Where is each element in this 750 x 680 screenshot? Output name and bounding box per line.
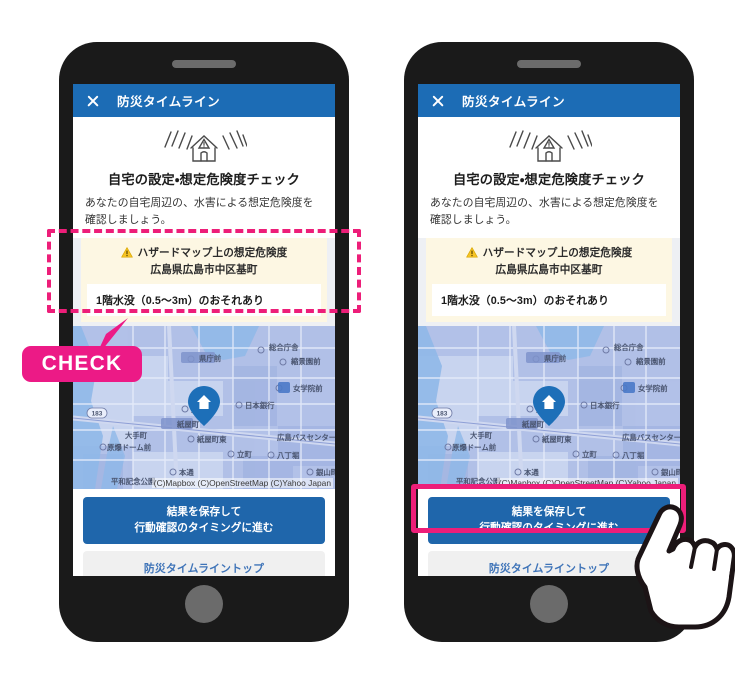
primary-action-line1: 結果を保存して [511, 506, 587, 519]
svg-text:紙屋町東: 紙屋町東 [542, 435, 572, 444]
primary-action-button[interactable]: 結果を保存して 行動確認のタイミングに進む [428, 497, 670, 545]
secondary-action-button[interactable]: 防災タイムライントップ [83, 551, 325, 576]
svg-text:大手町: 大手町 [470, 431, 493, 440]
action-buttons: 結果を保存して 行動確認のタイミングに進む 防災タイムライントップ [418, 489, 680, 576]
svg-text:八丁堀: 八丁堀 [277, 451, 300, 460]
hazard-place: 広島県広島市中区基町 [150, 264, 258, 277]
svg-text:縮景園前: 縮景園前 [290, 357, 321, 366]
hazard-heading-text: ハザードマップ上の想定危険度 [137, 247, 288, 260]
primary-action-line1: 結果を保存して [166, 506, 242, 519]
svg-text:立町: 立町 [582, 450, 597, 459]
hazard-heading-text: ハザードマップ上の想定危険度 [482, 247, 633, 260]
hazard-panel: ハザードマップ上の想定危険度 広島県広島市中区基町 1階水没（0.5〜3m）のお… [81, 238, 327, 323]
svg-text:本通: 本通 [178, 468, 194, 477]
svg-text:女学院前: 女学院前 [638, 384, 668, 393]
svg-text:縮景園前: 縮景園前 [635, 357, 666, 366]
phone-home-button[interactable] [530, 585, 568, 623]
svg-text:県庁前: 県庁前 [544, 354, 567, 363]
svg-text:原爆ドーム前: 原爆ドーム前 [107, 443, 152, 452]
phone-mockup-before: 防災タイムライン 自宅の設定・想定危険度チェック あなたの自宅周辺の、水害による… [59, 42, 349, 642]
svg-text:183: 183 [437, 411, 448, 418]
page-description: あなたの自宅周辺の、水害による想定危険度を確認しましょう。 [430, 197, 659, 226]
map-canvas: 183 総合庁舎 県庁前 縮景園前 女学院前 日本銀行 県庁前 紙屋町 大手町 [73, 326, 335, 490]
hazard-panel-wrap: ハザードマップ上の想定危険度 広島県広島市中区基町 1階水没（0.5〜3m）のお… [418, 238, 680, 327]
house-rain-warning-icon [164, 130, 247, 162]
hazard-place: 広島県広島市中区基町 [495, 264, 603, 277]
phone-speaker-slot [517, 60, 581, 68]
app-header: 防災タイムライン [73, 84, 335, 117]
phone-home-button[interactable] [185, 585, 223, 623]
primary-action-button[interactable]: 結果を保存して 行動確認のタイミングに進む [83, 497, 325, 545]
house-rain-warning-icon [509, 130, 592, 162]
warning-triangle-icon [120, 247, 133, 259]
hazard-heading-row: ハザードマップ上の想定危険度 [87, 245, 321, 260]
phone-screen-right: 防災タイムライン 自宅の設定・想定危険度チェック あなたの自宅周辺の、水害による… [418, 84, 680, 576]
app-title: 防災タイムライン [117, 95, 221, 109]
map-canvas: 183 総合庁舎 県庁前 縮景園前 女学院前 日本銀行 県庁前 紙屋町 大手町 … [418, 326, 680, 490]
svg-text:平和記念公園: 平和記念公園 [111, 477, 155, 486]
page-title: 自宅の設定・想定危険度チェック [107, 172, 301, 187]
map-attribution: (C)Mapbox (C)OpenStreetMap (C)Yahoo Japa… [151, 478, 333, 489]
hazard-map[interactable]: 183 総合庁舎 県庁前 縮景園前 女学院前 日本銀行 県庁前 紙屋町 大手町 … [418, 326, 680, 490]
phone-mockup-after: 防災タイムライン 自宅の設定・想定危険度チェック あなたの自宅周辺の、水害による… [404, 42, 694, 642]
svg-text:総合庁舎: 総合庁舎 [268, 343, 299, 352]
hazard-result: 1階水没（0.5〜3m）のおそれあり [87, 284, 321, 317]
secondary-action-button[interactable]: 防災タイムライントップ [428, 551, 670, 576]
phone-speaker-slot [172, 60, 236, 68]
svg-text:総合庁舎: 総合庁舎 [613, 343, 644, 352]
svg-text:八丁堀: 八丁堀 [622, 451, 645, 460]
map-attribution: (C)Mapbox (C)OpenStreetMap (C)Yahoo Japa… [496, 478, 678, 489]
svg-text:広島バスセンター: 広島バスセンター [622, 433, 680, 442]
svg-text:日本銀行: 日本銀行 [590, 401, 620, 410]
primary-action-line2: 行動確認のタイミングに進む [479, 521, 619, 534]
svg-text:紙屋町東: 紙屋町東 [197, 435, 227, 444]
primary-action-line2: 行動確認のタイミングに進む [134, 521, 274, 534]
svg-text:平和記念公園: 平和記念公園 [456, 477, 500, 486]
svg-text:銀山町: 銀山町 [315, 468, 335, 477]
svg-text:女学院前: 女学院前 [293, 384, 323, 393]
hazard-result: 1階水没（0.5〜3m）のおそれあり [432, 284, 666, 317]
svg-text:広島バスセンター: 広島バスセンター [277, 433, 335, 442]
hazard-heading-row: ハザードマップ上の想定危険度 [432, 245, 666, 260]
svg-text:県庁前: 県庁前 [199, 354, 222, 363]
action-buttons: 結果を保存して 行動確認のタイミングに進む 防災タイムライントップ [73, 489, 335, 576]
hazard-map[interactable]: 183 総合庁舎 県庁前 縮景園前 女学院前 日本銀行 県庁前 紙屋町 大手町 [73, 326, 335, 490]
page-description: あなたの自宅周辺の、水害による想定危険度を確認しましょう。 [85, 197, 314, 226]
close-x-icon[interactable] [431, 94, 445, 108]
hazard-panel-wrap: ハザードマップ上の想定危険度 広島県広島市中区基町 1階水没（0.5〜3m）のお… [73, 238, 335, 327]
page-title: 自宅の設定・想定危険度チェック [452, 172, 646, 187]
svg-text:本通: 本通 [523, 468, 539, 477]
svg-text:紙屋町: 紙屋町 [522, 420, 545, 429]
intro-section: 自宅の設定・想定危険度チェック あなたの自宅周辺の、水害による想定危険度を確認し… [73, 117, 335, 239]
illustration-stage: 防災タイムライン 自宅の設定・想定危険度チェック あなたの自宅周辺の、水害による… [0, 0, 750, 680]
close-x-icon[interactable] [86, 94, 100, 108]
hazard-panel: ハザードマップ上の想定危険度 広島県広島市中区基町 1階水没（0.5〜3m）のお… [426, 238, 672, 323]
svg-text:183: 183 [92, 411, 103, 418]
svg-text:銀山町: 銀山町 [660, 468, 680, 477]
app-header: 防災タイムライン [418, 84, 680, 117]
svg-text:立町: 立町 [237, 450, 252, 459]
intro-section: 自宅の設定・想定危険度チェック あなたの自宅周辺の、水害による想定危険度を確認し… [418, 117, 680, 239]
app-title: 防災タイムライン [462, 95, 566, 109]
warning-triangle-icon [465, 247, 478, 259]
svg-text:原爆ドーム前: 原爆ドーム前 [452, 443, 497, 452]
phone-screen-left: 防災タイムライン 自宅の設定・想定危険度チェック あなたの自宅周辺の、水害による… [73, 84, 335, 576]
svg-text:日本銀行: 日本銀行 [245, 401, 275, 410]
svg-text:大手町: 大手町 [125, 431, 148, 440]
svg-text:紙屋町: 紙屋町 [177, 420, 200, 429]
